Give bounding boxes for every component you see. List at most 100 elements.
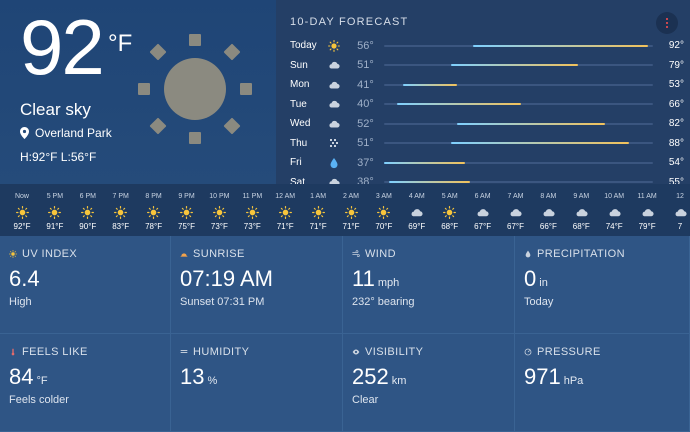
hour-icon	[38, 204, 72, 220]
hour-time: 8 PM	[145, 193, 162, 200]
hour-icon	[433, 204, 467, 220]
hour-icon	[663, 204, 690, 220]
forecast-day: Tue	[290, 98, 307, 110]
sun-icon	[48, 205, 62, 219]
tile-label-text: SUNRISE	[193, 248, 245, 260]
tile-value: 07:19 AM	[180, 266, 273, 292]
temperature-range-fill	[383, 161, 465, 164]
cloud-icon	[477, 208, 489, 216]
forecast-high: 82°	[668, 118, 684, 130]
temperature-range-bar	[383, 122, 654, 125]
hourly-forecast[interactable]: Now 92°F 5 PM 91°F 6 PM 90°F 7 PM 83°F 8 PM 78°F 9…	[0, 184, 690, 236]
tile-feels-like[interactable]: FEELS LIKE 84 °F Feels colder	[0, 334, 171, 432]
location[interactable]: Overland Park	[20, 126, 112, 140]
tile-unit: km	[391, 375, 407, 387]
forecast-high: 92°	[668, 40, 684, 52]
forecast-row[interactable]: Fri 37° 54°	[290, 153, 684, 173]
sun-icon	[114, 205, 128, 219]
eye-icon	[352, 349, 360, 355]
hour-time: Now	[14, 193, 29, 200]
tile-visibility[interactable]: VISIBILITY 252 km Clear	[343, 334, 515, 432]
forecast-high: 79°	[668, 59, 684, 71]
temperature-range-bar	[383, 142, 654, 145]
tile-value-text: 6.4	[9, 266, 40, 291]
tile-value-text: 0	[524, 266, 537, 291]
thermometer-icon	[11, 348, 15, 356]
cloud-icon	[675, 208, 687, 216]
hour-time: 6 AM	[474, 193, 491, 200]
hour-temp: 70°F	[375, 222, 393, 231]
current-conditions: 92 °F Clear sky Overland Park H:92°F L:5…	[0, 0, 276, 184]
hour-time: 8 AM	[540, 193, 557, 200]
tile-sunrise[interactable]: SUNRISE 07:19 AM Sunset 07:31 PM	[171, 236, 343, 334]
ten-day-forecast: 10-DAY FORECAST Today 56° 92° Sun 51° 79° Mon 4…	[276, 0, 690, 184]
hour-icon	[466, 204, 500, 220]
tile-label: UV INDEX	[9, 248, 77, 260]
drop-icon	[525, 250, 531, 258]
gauge-icon	[524, 348, 532, 356]
hour-temp: 71°F	[342, 222, 360, 231]
tile-subtext: Sunset 07:31 PM	[180, 296, 265, 308]
hour-item: 12 7	[663, 184, 690, 231]
temperature-unit: °F	[108, 30, 133, 57]
temperature-range-fill	[456, 122, 605, 125]
hour-temp: 71°F	[309, 222, 327, 231]
sun-icon	[138, 34, 252, 144]
forecast-day: Thu	[290, 137, 308, 149]
tile-label-text: PRESSURE	[537, 346, 601, 358]
forecast-row[interactable]: Tue 40° 66°	[290, 95, 684, 115]
tile-pressure[interactable]: PRESSURE 971 hPa	[515, 334, 690, 432]
hour-time: 11 PM	[242, 193, 263, 200]
tile-precipitation[interactable]: PRECIPITATION 0 in Today	[515, 236, 690, 334]
forecast-row[interactable]: Thu 51° 88°	[290, 134, 684, 154]
sun-icon	[81, 205, 95, 219]
tile-value: 11 mph	[352, 266, 399, 292]
tile-humidity[interactable]: HUMIDITY 13%	[171, 334, 343, 432]
hour-time: 7 AM	[507, 193, 524, 200]
hour-icon	[301, 204, 335, 220]
tile-uv-index[interactable]: UV INDEX 6.4 High	[0, 236, 171, 334]
cloud-icon	[329, 81, 340, 89]
forecast-row[interactable]: Sun 51° 79°	[290, 56, 684, 76]
hour-time: 2 AM	[343, 193, 359, 200]
forecast-row[interactable]: Sat 38° 55°	[290, 173, 684, 184]
tile-unit: °F	[36, 375, 48, 387]
hour-time: 5 PM	[46, 193, 64, 200]
hour-temp: 67°F	[474, 222, 492, 231]
hour-icon	[597, 204, 631, 220]
hour-item: 10 AM 74°F	[597, 184, 631, 231]
forecast-day: Wed	[290, 118, 311, 130]
hour-icon	[5, 204, 39, 220]
hour-temp: 68°F	[572, 222, 590, 231]
forecast-row[interactable]: Wed 52° 82°	[290, 114, 684, 134]
hour-time: 6 PM	[79, 193, 96, 200]
forecast-row[interactable]: Mon 41° 53°	[290, 75, 684, 95]
forecast-high: 53°	[668, 79, 684, 91]
hour-temp: 7	[677, 222, 683, 231]
sun-icon	[311, 205, 325, 219]
hour-time: 5 AM	[441, 193, 458, 200]
forecast-row[interactable]: Today 56° 92°	[290, 36, 684, 56]
hour-temp: 90°F	[79, 222, 97, 231]
hour-temp: 92°F	[13, 222, 31, 231]
sun-small-icon	[9, 250, 17, 258]
hour-item: 11 PM 73°F	[235, 184, 269, 231]
tile-wind[interactable]: WIND 11 mph 232° bearing	[343, 236, 515, 334]
forecast-high: 54°	[668, 157, 684, 169]
sun-icon	[443, 205, 457, 219]
tile-value: 6.4	[9, 266, 40, 292]
cloud-icon	[642, 208, 654, 216]
cloud-icon	[329, 101, 340, 108]
temperature-range-fill	[402, 83, 457, 86]
forecast-day: Sun	[290, 59, 308, 71]
temperature-range-bar	[383, 64, 654, 67]
hour-time: 4 AM	[408, 193, 425, 200]
menu-button[interactable]	[656, 12, 678, 34]
hour-time: 9 AM	[573, 193, 590, 200]
tile-label: SUNRISE	[180, 248, 245, 260]
hour-time: 7 PM	[112, 193, 129, 200]
temperature-range-bar	[383, 103, 654, 106]
hour-temp: 73°F	[243, 222, 261, 231]
tile-label-text: PRECIPITATION	[537, 248, 625, 260]
hour-item: 3 AM 70°F	[367, 184, 401, 231]
